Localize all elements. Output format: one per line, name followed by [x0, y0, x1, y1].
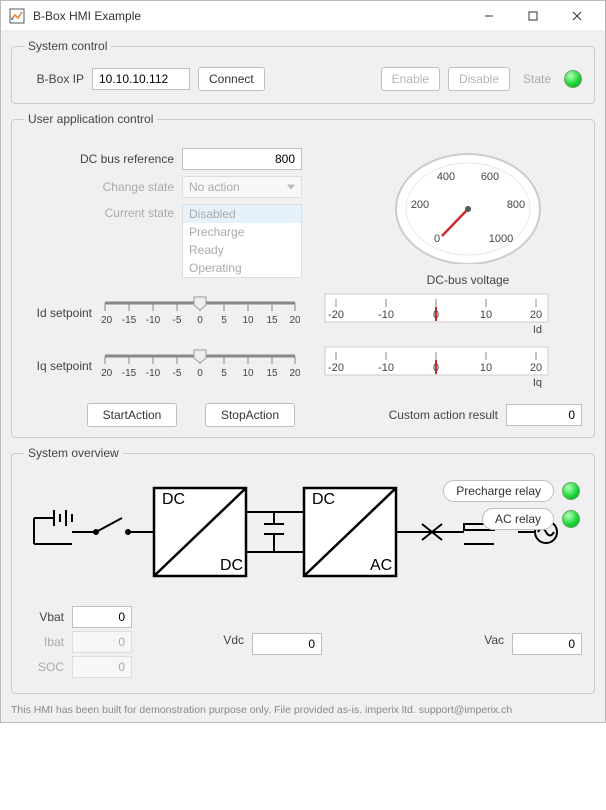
app-window: B-Box HMI Example System control B-Box I… [0, 0, 606, 723]
svg-text:-20: -20 [100, 368, 113, 379]
current-state-listbox[interactable]: Disabled Precharge Ready Operating [182, 204, 302, 278]
vdc-output [252, 633, 322, 655]
svg-text:Iq: Iq [533, 377, 542, 388]
svg-text:0: 0 [197, 368, 203, 379]
start-action-button[interactable]: StartAction [87, 403, 177, 427]
minimize-button[interactable] [467, 1, 511, 31]
id-setpoint-slider[interactable]: -20 -15 -10 -5 0 5 10 15 20 [100, 293, 300, 332]
window-title: B-Box HMI Example [33, 9, 467, 23]
ac-relay-led [562, 510, 580, 528]
svg-text:600: 600 [481, 171, 499, 183]
precharge-relay-led [562, 482, 580, 500]
client-area: System control B-Box IP Connect Enable D… [1, 31, 605, 722]
svg-text:5: 5 [221, 368, 227, 379]
svg-text:-10: -10 [146, 315, 161, 326]
dc-ref-label: DC bus reference [24, 152, 174, 166]
svg-text:-15: -15 [122, 368, 137, 379]
list-item[interactable]: Disabled [183, 205, 301, 223]
change-state-select[interactable]: No action [182, 176, 302, 198]
svg-text:1000: 1000 [489, 233, 513, 245]
svg-text:0: 0 [433, 309, 439, 321]
connect-button[interactable]: Connect [198, 67, 265, 91]
svg-text:20: 20 [289, 315, 300, 326]
svg-text:20: 20 [530, 362, 542, 374]
iq-meter: -20 -10 0 10 20 Iq [324, 346, 549, 393]
svg-text:-20: -20 [100, 315, 113, 326]
close-button[interactable] [555, 1, 599, 31]
enable-button[interactable]: Enable [381, 67, 440, 91]
svg-text:10: 10 [242, 368, 254, 379]
svg-text:5: 5 [221, 315, 227, 326]
list-item[interactable]: Precharge [183, 223, 301, 241]
svg-text:400: 400 [437, 171, 455, 183]
stop-action-button[interactable]: StopAction [205, 403, 295, 427]
custom-result-output [506, 404, 582, 426]
svg-text:10: 10 [242, 315, 254, 326]
svg-text:800: 800 [507, 199, 525, 211]
svg-text:-10: -10 [146, 368, 161, 379]
bbox-ip-input[interactable] [92, 68, 190, 90]
custom-result-label: Custom action result [389, 408, 498, 422]
id-setpoint-label: Id setpoint [24, 306, 92, 320]
svg-text:0: 0 [434, 233, 440, 245]
state-label: State [518, 72, 556, 86]
footer-text: This HMI has been built for demonstratio… [11, 702, 595, 716]
system-overview-panel: System overview Precharge relay AC relay [11, 446, 595, 694]
system-control-legend: System control [24, 39, 111, 53]
svg-text:-5: -5 [173, 315, 182, 326]
svg-text:20: 20 [289, 368, 300, 379]
user-app-legend: User application control [24, 112, 157, 126]
precharge-relay-button[interactable]: Precharge relay [443, 480, 554, 502]
vac-output [512, 633, 582, 655]
vbat-label: Vbat [24, 610, 64, 624]
svg-text:-5: -5 [173, 368, 182, 379]
gauge-caption: DC-bus voltage [354, 273, 582, 287]
svg-text:15: 15 [266, 315, 278, 326]
svg-text:20: 20 [530, 309, 542, 321]
soc-label: SOC [24, 660, 64, 674]
svg-text:0: 0 [197, 315, 203, 326]
svg-text:Id: Id [533, 324, 542, 335]
soc-output [72, 656, 132, 678]
chevron-down-icon [287, 185, 295, 190]
titlebar: B-Box HMI Example [1, 1, 605, 31]
ac-relay-button[interactable]: AC relay [482, 508, 554, 530]
svg-text:AC: AC [370, 557, 392, 574]
app-icon [9, 8, 25, 24]
svg-text:15: 15 [266, 368, 278, 379]
state-led [564, 70, 582, 88]
svg-text:-10: -10 [378, 362, 394, 374]
vac-label: Vac [464, 633, 504, 647]
svg-text:10: 10 [480, 362, 492, 374]
current-state-label: Current state [24, 204, 174, 220]
change-state-label: Change state [24, 180, 174, 194]
id-meter: -20 -10 0 10 20 Id [324, 293, 549, 340]
system-control-panel: System control B-Box IP Connect Enable D… [11, 39, 595, 104]
svg-text:-10: -10 [378, 309, 394, 321]
svg-text:200: 200 [411, 199, 429, 211]
svg-text:-15: -15 [122, 315, 137, 326]
svg-text:DC: DC [220, 557, 243, 574]
list-item[interactable]: Operating [183, 259, 301, 277]
user-app-panel: User application control DC bus referenc… [11, 112, 595, 438]
iq-setpoint-label: Iq setpoint [24, 359, 92, 373]
iq-setpoint-slider[interactable]: -20 -15 -10 -5 0 5 10 15 20 [100, 346, 300, 385]
list-item[interactable]: Ready [183, 241, 301, 259]
svg-text:-20: -20 [328, 309, 344, 321]
maximize-button[interactable] [511, 1, 555, 31]
dc-ref-input[interactable] [182, 148, 302, 170]
svg-text:0: 0 [433, 362, 439, 374]
svg-text:10: 10 [480, 309, 492, 321]
vbat-output [72, 606, 132, 628]
system-overview-legend: System overview [24, 446, 123, 460]
dc-bus-gauge: 0 200 400 600 800 1000 [388, 134, 548, 264]
svg-text:-20: -20 [328, 362, 344, 374]
disable-button[interactable]: Disable [448, 67, 510, 91]
vdc-label: Vdc [204, 633, 244, 647]
svg-text:DC: DC [312, 491, 335, 508]
bbox-ip-label: B-Box IP [24, 72, 84, 86]
ibat-label: Ibat [24, 635, 64, 649]
ibat-output [72, 631, 132, 653]
svg-text:DC: DC [162, 491, 185, 508]
